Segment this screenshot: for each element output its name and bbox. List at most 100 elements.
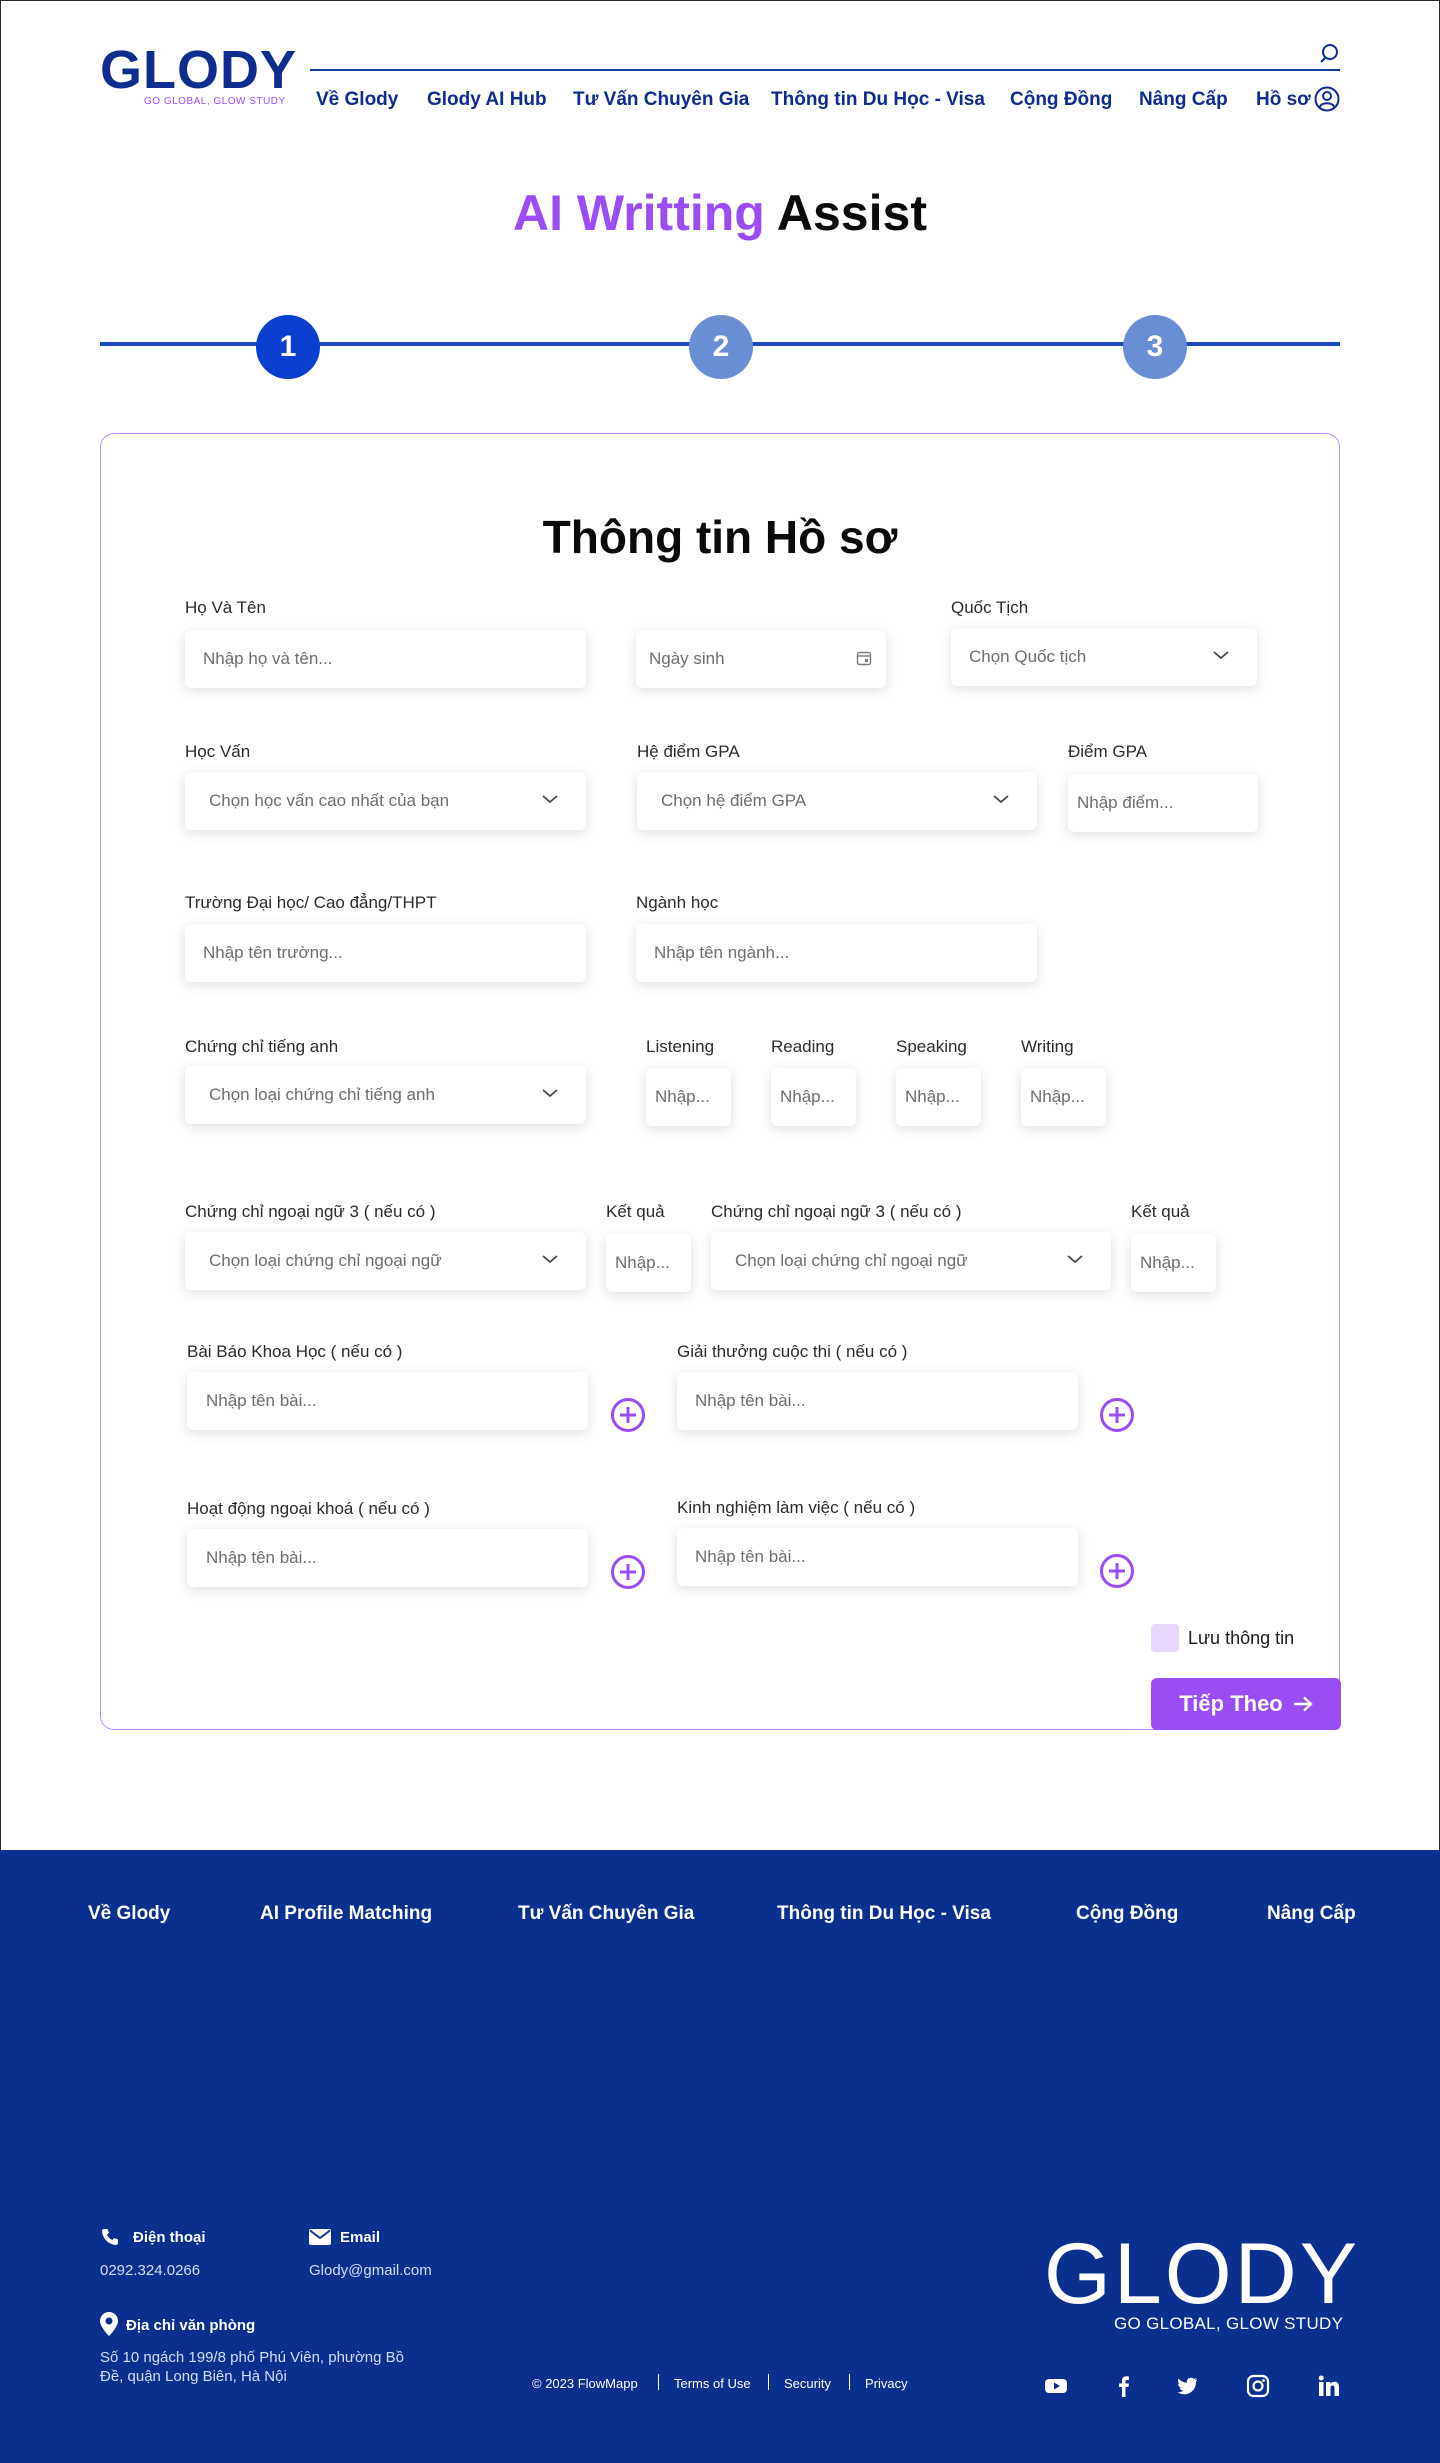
next-button-label: Tiếp Theo xyxy=(1179,1691,1283,1716)
nav-nang-cap[interactable]: Nâng Cấp xyxy=(1139,89,1228,111)
school-label: Trường Đại học/ Cao đẳng/THPT xyxy=(185,893,437,912)
facebook-icon[interactable] xyxy=(1112,2374,1136,2398)
nav-ve-glody[interactable]: Về Glody xyxy=(316,89,398,111)
lang-cert-2-select[interactable]: Chọn loại chứng chỉ ngoại ngữ xyxy=(711,1232,1111,1290)
education-label: Học Vấn xyxy=(185,742,251,761)
chevron-down-icon xyxy=(1213,651,1229,660)
major-input[interactable]: Nhập tên ngành... xyxy=(636,924,1037,982)
lang-result-1-input[interactable]: Nhập... xyxy=(606,1234,691,1292)
linkedin-icon[interactable] xyxy=(1317,2374,1341,2398)
writing-input[interactable]: Nhập... xyxy=(1021,1068,1106,1126)
experience-input[interactable]: Nhập tên bài... xyxy=(677,1528,1078,1586)
header-divider xyxy=(310,69,1340,71)
save-info-label: Lưu thông tin xyxy=(1188,1628,1295,1648)
search-icon[interactable] xyxy=(1320,42,1342,64)
award-label: Giải thưởng cuộc thi ( nếu có ) xyxy=(677,1342,908,1361)
step-2[interactable]: 2 xyxy=(689,315,753,379)
chevron-down-icon xyxy=(542,1089,558,1098)
listening-input[interactable]: Nhập... xyxy=(646,1068,731,1126)
youtube-icon[interactable] xyxy=(1044,2374,1068,2398)
gpa-label: Điểm GPA xyxy=(1068,742,1148,761)
user-profile-icon[interactable] xyxy=(1314,86,1340,112)
experience-label: Kinh nghiệm làm việc ( nếu có ) xyxy=(677,1498,916,1517)
location-pin-icon xyxy=(100,2312,118,2336)
full-name-input[interactable]: Nhập họ và tên... xyxy=(185,630,586,688)
save-info-checkbox[interactable] xyxy=(1151,1624,1179,1652)
add-award-plus-icon[interactable] xyxy=(1099,1397,1135,1433)
logo[interactable]: GLODY GO GLOBAL, GLOW STUDY xyxy=(100,40,298,112)
award-input[interactable]: Nhập tên bài... xyxy=(677,1372,1078,1430)
form-title: Thông tin Hồ sơ xyxy=(542,511,898,563)
lang-cert-1-select[interactable]: Chọn loại chứng chỉ ngoại ngữ xyxy=(185,1232,586,1290)
footer-logo[interactable]: GLODY GO GLOBAL, GLOW STUDY xyxy=(1044,2226,1361,2333)
footer-nav-nang-cap[interactable]: Nâng Cấp xyxy=(1267,1903,1356,1925)
lang-result-2-input[interactable]: Nhập... xyxy=(1131,1234,1216,1292)
writing-label: Writing xyxy=(1021,1037,1074,1056)
footer-nav-du-hoc-visa[interactable]: Thông tin Du Học - Visa xyxy=(777,1903,991,1925)
paper-label: Bài Báo Khoa Học ( nếu có ) xyxy=(187,1342,403,1361)
footer-nav-ai-profile[interactable]: AI Profile Matching xyxy=(260,1903,432,1925)
lang-cert-2-label: Chứng chỉ ngoại ngữ 3 ( nếu có ) xyxy=(711,1202,962,1221)
nav-ho-so[interactable]: Hồ sơ xyxy=(1256,89,1311,111)
chevron-down-icon xyxy=(542,795,558,804)
footer-nav-cong-dong[interactable]: Cộng Đồng xyxy=(1076,1903,1178,1925)
gpa-scale-label: Hệ điểm GPA xyxy=(637,742,740,761)
lang-cert-1-label: Chứng chỉ ngoại ngữ 3 ( nếu có ) xyxy=(185,1202,436,1221)
nav-du-hoc-visa[interactable]: Thông tin Du Học - Visa xyxy=(771,89,985,111)
privacy-link[interactable]: Privacy xyxy=(865,2376,908,2391)
speaking-input[interactable]: Nhập... xyxy=(896,1068,981,1126)
chevron-down-icon xyxy=(1067,1255,1083,1264)
footer-logo-tagline: GO GLOBAL, GLOW STUDY xyxy=(1114,2314,1344,2333)
nav-cong-dong[interactable]: Cộng Đồng xyxy=(1010,89,1112,111)
copyright: © 2023 FlowMapp xyxy=(532,2376,638,2391)
terms-link[interactable]: Terms of Use xyxy=(674,2376,751,2391)
lang-result-1-label: Kết quả xyxy=(606,1202,665,1221)
footer-nav-ve-glody[interactable]: Về Glody xyxy=(88,1903,170,1925)
add-experience-plus-icon[interactable] xyxy=(1099,1553,1135,1589)
chevron-down-icon xyxy=(542,1255,558,1264)
calendar-icon[interactable] xyxy=(856,650,872,666)
listening-label: Listening xyxy=(646,1037,715,1056)
nav-ai-hub[interactable]: Glody AI Hub xyxy=(427,89,547,111)
page-title-accent: AI Writting xyxy=(513,185,765,241)
legal-divider xyxy=(768,2374,769,2390)
paper-input[interactable]: Nhập tên bài... xyxy=(187,1372,588,1430)
gpa-scale-select[interactable]: Chọn hệ điểm GPA xyxy=(637,772,1037,830)
footer-nav-tu-van[interactable]: Tư Vấn Chuyên Gia xyxy=(518,1903,694,1925)
activity-input[interactable]: Nhập tên bài... xyxy=(187,1529,588,1587)
email-value[interactable]: Glody@gmail.com xyxy=(309,2262,432,2279)
add-activity-plus-icon[interactable] xyxy=(610,1554,646,1590)
next-button[interactable]: Tiếp Theo xyxy=(1151,1678,1341,1730)
birthday-input[interactable]: Ngày sinh xyxy=(636,630,886,688)
add-paper-plus-icon[interactable] xyxy=(610,1397,646,1433)
phone-title: Điện thoại xyxy=(133,2229,206,2246)
school-input[interactable]: Nhập tên trường... xyxy=(185,924,586,982)
logo-word: GLODY xyxy=(100,40,298,100)
full-name-label: Họ Và Tên xyxy=(185,598,266,617)
gpa-input[interactable]: Nhập điểm... xyxy=(1068,774,1258,832)
lang-result-2-label: Kết quả xyxy=(1131,1202,1190,1221)
activity-label: Hoạt động ngoại khoá ( nếu có ) xyxy=(187,1499,430,1518)
footer-logo-word: GLODY xyxy=(1044,2226,1361,2322)
address-value: Số 10 ngách 199/8 phố Phú Viên, phường B… xyxy=(100,2349,405,2385)
step-3[interactable]: 3 xyxy=(1123,315,1187,379)
education-select[interactable]: Chọn học vấn cao nhất của bạn xyxy=(185,772,586,830)
phone-icon xyxy=(102,2229,118,2245)
page-title: AI Writting Assist xyxy=(0,184,1440,242)
email-title: Email xyxy=(340,2229,381,2246)
english-cert-label: Chứng chỉ tiếng anh xyxy=(185,1037,339,1056)
legal-divider xyxy=(658,2374,659,2390)
reading-input[interactable]: Nhập... xyxy=(771,1068,856,1126)
nav-tu-van[interactable]: Tư Vấn Chuyên Gia xyxy=(573,89,749,111)
step-1[interactable]: 1 xyxy=(256,315,320,379)
instagram-icon[interactable] xyxy=(1246,2374,1270,2398)
nationality-select[interactable]: Chọn Quốc tịch xyxy=(951,628,1257,686)
legal-divider xyxy=(849,2374,850,2390)
english-cert-select[interactable]: Chọn loại chứng chỉ tiếng anh xyxy=(185,1066,586,1124)
email-icon xyxy=(309,2229,331,2245)
speaking-label: Speaking xyxy=(896,1037,967,1056)
logo-tagline: GO GLOBAL, GLOW STUDY xyxy=(144,96,286,107)
phone-value[interactable]: 0292.324.0266 xyxy=(100,2262,200,2279)
twitter-icon[interactable] xyxy=(1175,2374,1199,2398)
security-link[interactable]: Security xyxy=(784,2376,831,2391)
